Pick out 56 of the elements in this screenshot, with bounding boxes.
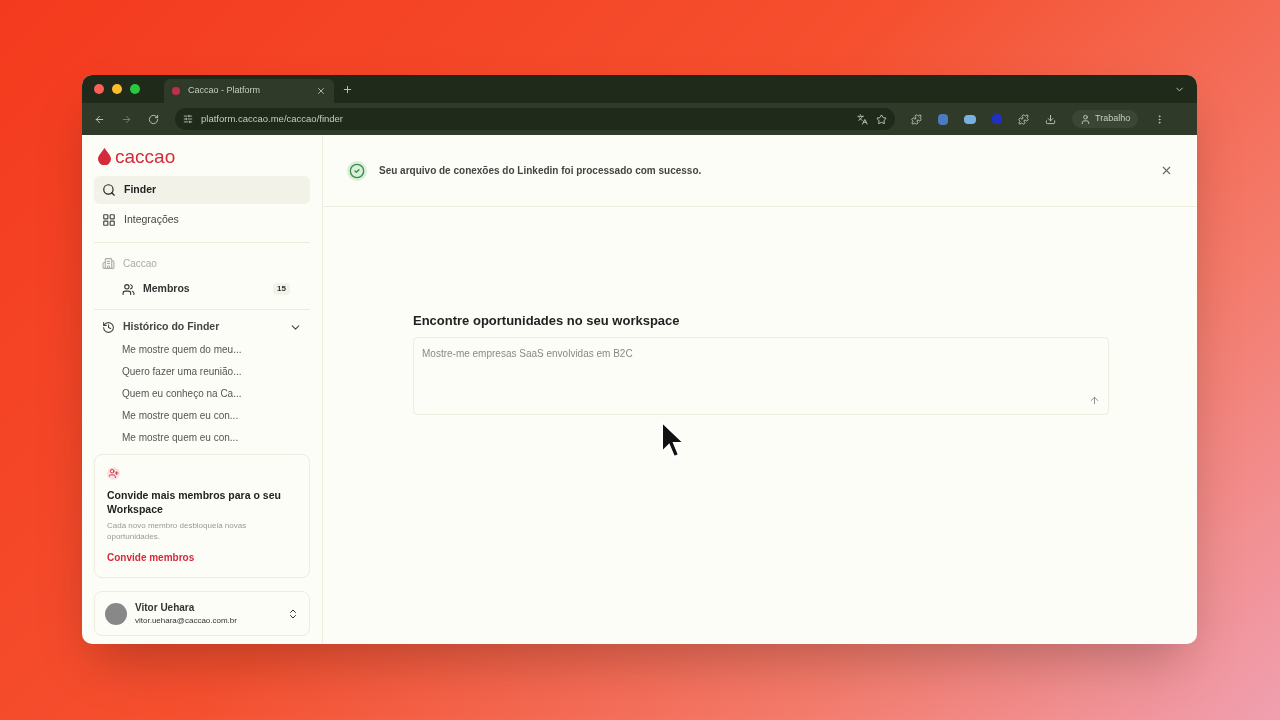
members-item[interactable]: Membros 15 bbox=[94, 275, 310, 303]
user-name: Vitor Uehara bbox=[135, 601, 196, 615]
workspace-name: Caccao bbox=[123, 256, 157, 271]
users-icon bbox=[122, 282, 135, 296]
history-header[interactable]: Histórico do Finder bbox=[94, 316, 310, 338]
invite-text: Cada novo membro desbloqueia novas oportunidades. bbox=[107, 520, 248, 542]
history-item[interactable]: Quero fazer uma reunião... bbox=[94, 360, 310, 382]
check-circle-icon bbox=[347, 160, 367, 181]
favicon-icon bbox=[172, 87, 180, 95]
search-icon bbox=[102, 183, 116, 197]
invite-link[interactable]: Convide membros bbox=[107, 550, 297, 565]
notice-text: Seu arquivo de conexões do Linkedin foi processado com sucesso. bbox=[379, 164, 703, 178]
close-tab-icon[interactable] bbox=[316, 86, 326, 96]
close-icon[interactable] bbox=[1160, 164, 1173, 177]
query-field[interactable]: Mostre-me empresas SaaS envolvidas em B2C bbox=[413, 336, 1109, 415]
cursor-icon bbox=[660, 420, 686, 460]
extension-icon[interactable] bbox=[911, 113, 922, 125]
back-icon[interactable] bbox=[94, 113, 105, 125]
user-menu[interactable]: Vitor Uehara vitor.uehara@caccao.com.br bbox=[94, 591, 310, 636]
history-item[interactable]: Me mostre quem eu con... bbox=[94, 426, 310, 448]
extensions-icon[interactable] bbox=[1018, 113, 1029, 125]
query-input[interactable]: Mostre-me empresas SaaS envolvidas em B2C bbox=[422, 345, 1100, 361]
send-icon[interactable] bbox=[1089, 394, 1100, 406]
nav-item[interactable]: Finder bbox=[94, 176, 310, 204]
user-plus-icon bbox=[107, 467, 120, 480]
avatar bbox=[105, 602, 127, 625]
history-item[interactable]: Quem eu conheço na Ca... bbox=[94, 382, 310, 404]
extension-icon[interactable] bbox=[938, 113, 948, 125]
address-bar[interactable]: platform.caccao.me/caccao/finder bbox=[175, 108, 895, 130]
browser-tab[interactable]: Caccao - Platform bbox=[164, 79, 334, 103]
member-count: 15 bbox=[273, 283, 290, 295]
reload-icon[interactable] bbox=[148, 113, 159, 125]
profile-button[interactable]: Trabalho bbox=[1072, 110, 1139, 128]
history-icon bbox=[102, 320, 115, 334]
minimize-window-icon[interactable] bbox=[112, 84, 122, 94]
logo-text: caccao bbox=[115, 147, 176, 166]
maximize-window-icon[interactable] bbox=[130, 84, 140, 94]
invite-title: Convide mais membros para o seu Workspace bbox=[107, 488, 282, 516]
grid-icon bbox=[102, 213, 116, 227]
nav-item[interactable]: Integrações bbox=[94, 206, 310, 234]
extension-icon[interactable] bbox=[964, 114, 976, 124]
logo-drop-icon bbox=[98, 148, 111, 165]
translate-icon[interactable] bbox=[857, 113, 868, 125]
profile-icon bbox=[1080, 113, 1091, 125]
user-email: vitor.uehara@caccao.com.br bbox=[135, 615, 238, 627]
site-settings-icon[interactable] bbox=[183, 114, 193, 124]
bookmark-star-icon[interactable] bbox=[876, 113, 887, 125]
expand-icon bbox=[287, 607, 299, 620]
finder-heading: Encontre oportunidades no seu workspace bbox=[413, 312, 681, 330]
building-icon bbox=[102, 256, 115, 270]
history-item[interactable]: Me mostre quem do meu... bbox=[94, 338, 310, 360]
close-window-icon[interactable] bbox=[94, 84, 104, 94]
history-item[interactable]: Me mostre quem eu con... bbox=[94, 404, 310, 426]
url-text: platform.caccao.me/caccao/finder bbox=[201, 111, 345, 126]
new-tab-icon[interactable] bbox=[342, 83, 353, 95]
download-icon[interactable] bbox=[1045, 113, 1056, 125]
